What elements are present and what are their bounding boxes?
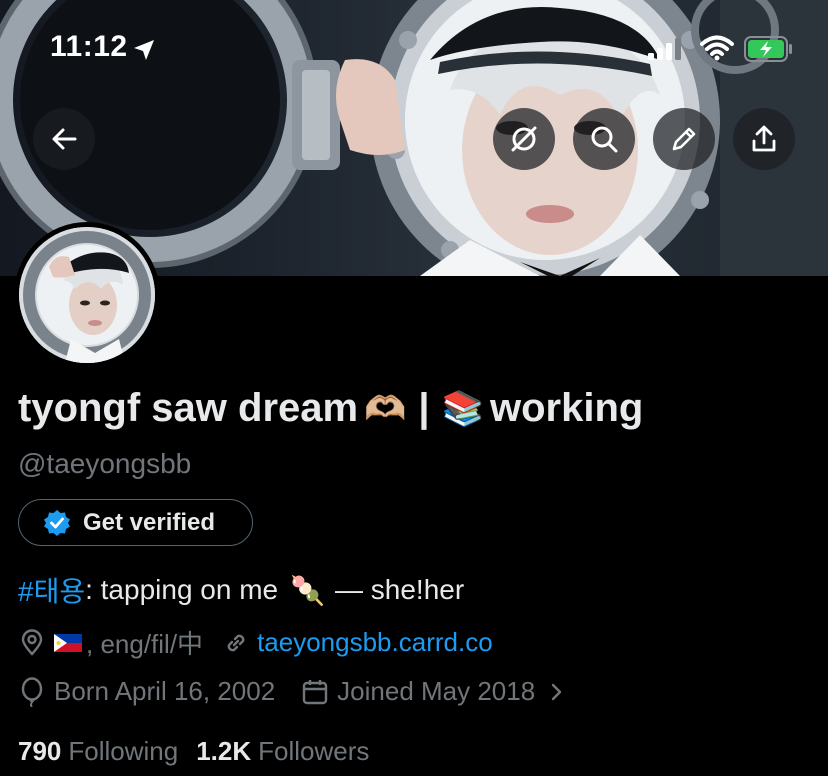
books-emoji: 📚 [441, 388, 484, 429]
philippines-flag-icon [54, 633, 82, 652]
followers-count[interactable]: 1.2K [196, 736, 251, 767]
share-icon [752, 125, 776, 152]
website-link[interactable]: taeyongsbb.carrd.co [257, 627, 493, 658]
status-time: 11:12 [50, 30, 128, 63]
get-verified-button[interactable]: Get verified [18, 499, 253, 546]
balloon-icon [21, 676, 43, 707]
username: @taeyongsbb [18, 448, 192, 479]
link-icon [227, 634, 245, 651]
verified-badge-icon [44, 509, 70, 536]
follow-stats: 790 Following 1.2K Followers [18, 736, 387, 767]
following-label[interactable]: Following [68, 736, 178, 767]
dango-emoji: 🍡 [290, 574, 325, 606]
back-arrow-icon [52, 128, 77, 150]
followers-label[interactable]: Followers [258, 736, 369, 767]
grok-icon [511, 126, 537, 152]
avatar-picture [19, 227, 155, 363]
share-button[interactable] [733, 108, 795, 170]
search-button[interactable] [573, 108, 635, 170]
heart-hands-emoji: 🫶🏼 [364, 388, 407, 429]
following-count[interactable]: 790 [18, 736, 61, 767]
bio-suffix: — she!her [335, 574, 465, 605]
status-bar: 11:12 [0, 0, 828, 100]
bio-hashtag-link[interactable]: #태용 [18, 570, 85, 610]
bio-text: : tapping on me [85, 574, 279, 605]
edit-icon [672, 127, 696, 151]
bio: #태용 : tapping on me 🍡 — she!her [18, 570, 464, 610]
location-arrow-icon [134, 40, 154, 60]
wifi-icon [700, 35, 734, 61]
calendar-icon [302, 679, 328, 704]
profile-meta-location-link: , eng/fil/中 taeyongsbb.carrd.co [18, 624, 493, 661]
avatar[interactable] [14, 222, 160, 368]
display-name-text: tyongf saw dream [18, 386, 359, 430]
avatar-image [19, 227, 155, 363]
chevron-right-icon[interactable] [547, 680, 567, 704]
grok-button[interactable] [493, 108, 555, 170]
display-name: tyongf saw dream 🫶🏼 | 📚 working [18, 386, 643, 431]
joined-text: Joined May 2018 [337, 676, 536, 706]
search-icon [591, 126, 618, 153]
display-name-separator: | [418, 386, 430, 430]
display-name-status: working [489, 386, 644, 430]
battery-icon [744, 36, 792, 62]
cellular-signal-icon [648, 38, 681, 60]
profile-meta-dates: Born April 16, 2002 Joined May 2018 [18, 676, 567, 707]
location-text: , eng/fil/中 [86, 629, 204, 659]
get-verified-label: Get verified [83, 508, 216, 536]
birthday-text: Born April 16, 2002 [54, 676, 276, 706]
edit-button[interactable] [653, 108, 715, 170]
location-pin-icon [21, 628, 43, 656]
back-button[interactable] [33, 108, 95, 170]
